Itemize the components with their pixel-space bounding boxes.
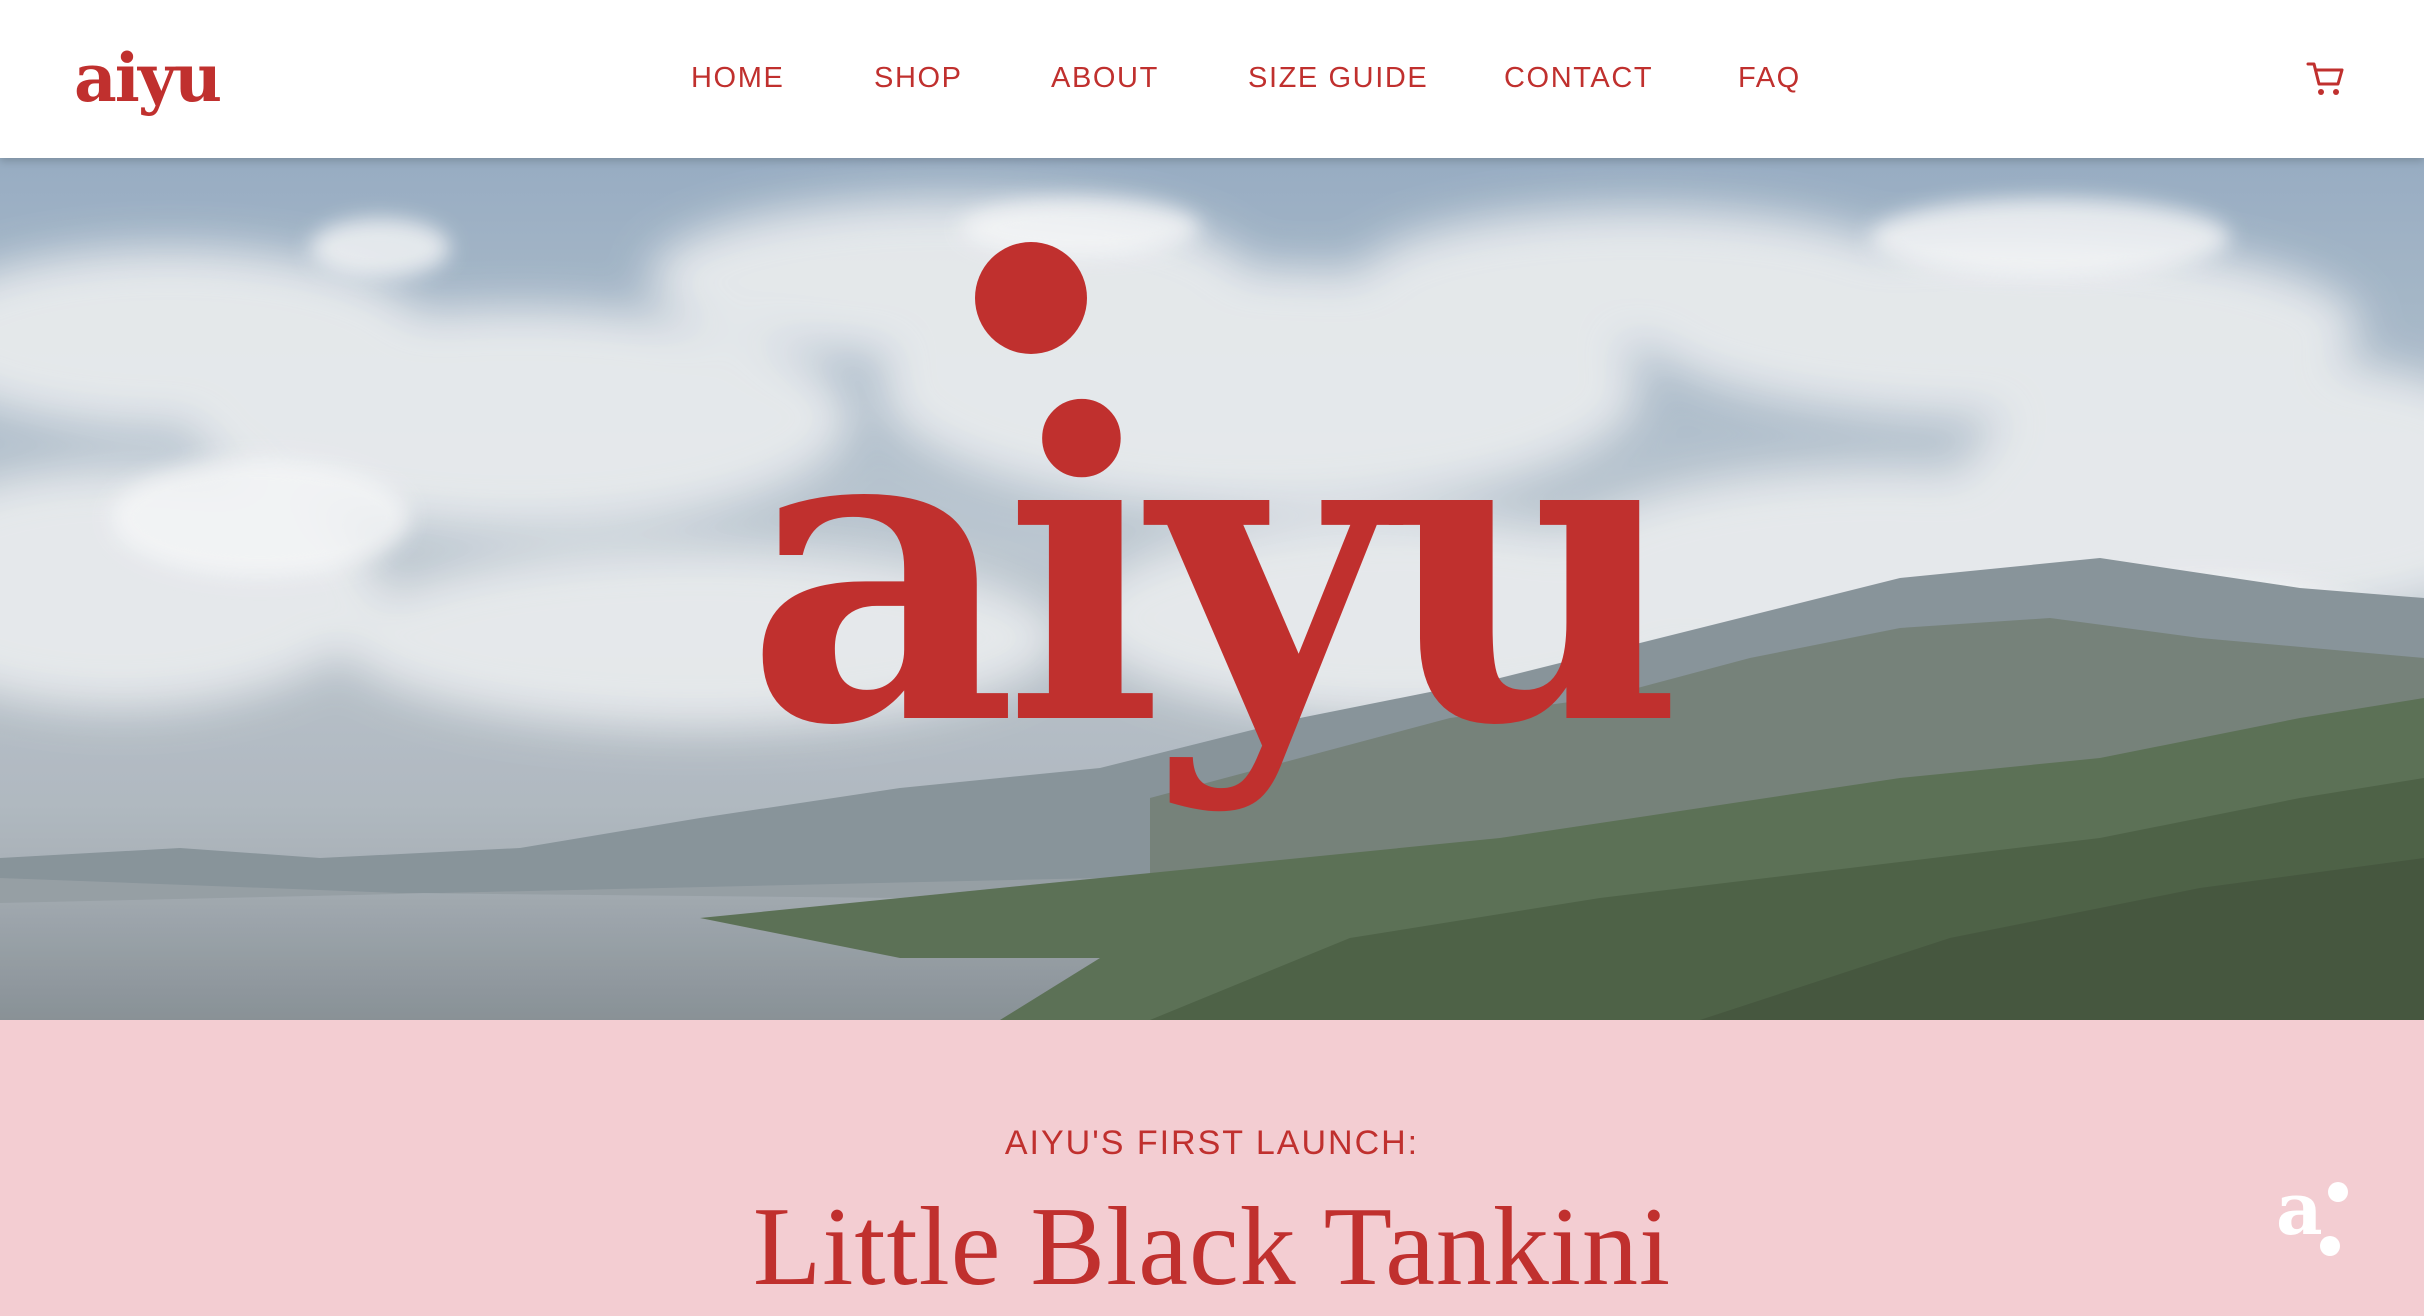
first-launch-section: AIYU'S FIRST LAUNCH: Little Black Tankin… (0, 1020, 2424, 1316)
launch-kicker: AIYU'S FIRST LAUNCH: (1004, 1124, 1420, 1162)
nav-size-guide[interactable]: SIZE GUIDE (1248, 58, 1428, 98)
nav-home[interactable]: HOME (691, 58, 784, 98)
hero-logo-wordmark: aiyu (745, 242, 1688, 818)
nav-contact[interactable]: CONTACT (1504, 58, 1653, 98)
nav-shop[interactable]: SHOP (874, 58, 963, 98)
svg-text:a: a (2276, 1172, 2323, 1251)
main-nav: HOME SHOP ABOUT SIZE GUIDE CONTACT FAQ (0, 0, 2424, 158)
shopping-cart-icon[interactable] (2306, 60, 2346, 98)
nav-faq[interactable]: FAQ (1738, 58, 1801, 98)
nav-about[interactable]: ABOUT (1051, 58, 1159, 98)
product-title[interactable]: Little Black Tankini (0, 1182, 2424, 1312)
aiyu-monogram-icon[interactable]: a (2268, 1166, 2358, 1272)
hero-banner: aiyu (0, 158, 2424, 1020)
site-header: aiyu HOME SHOP ABOUT SIZE GUIDE CONTACT … (0, 0, 2424, 158)
hero-logo-text: aiyu (745, 325, 1674, 818)
